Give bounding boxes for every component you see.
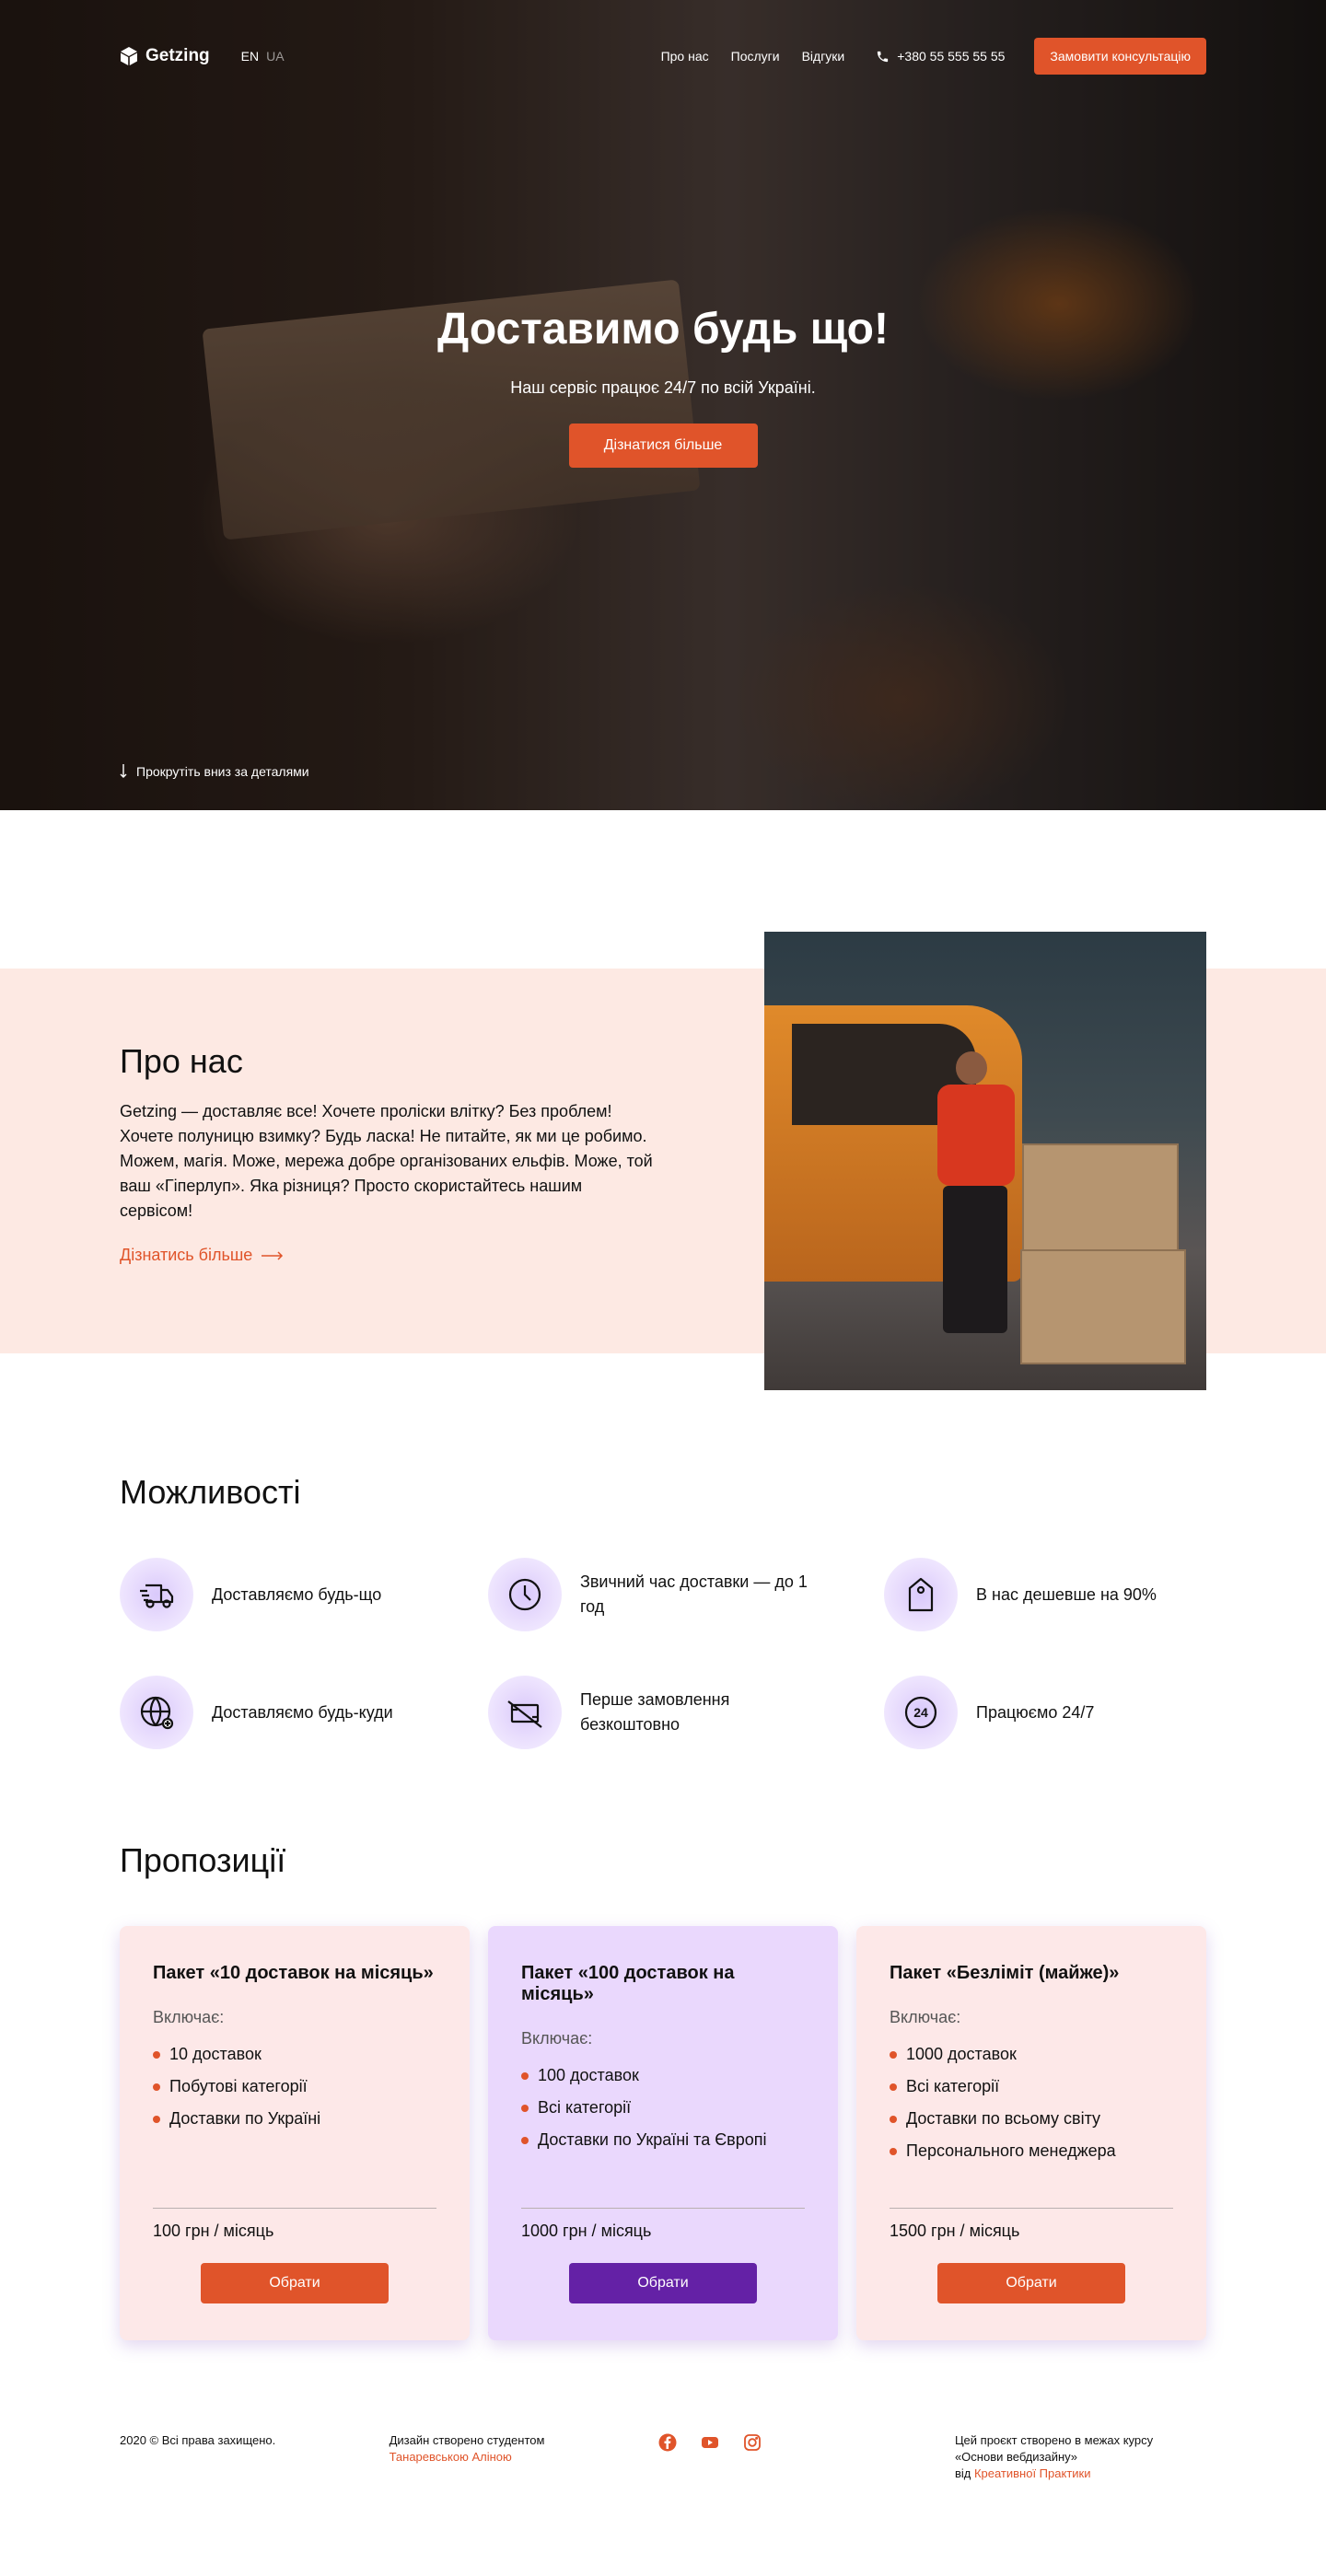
about-link-label: Дізнатись більше — [120, 1246, 253, 1264]
phone-icon — [878, 51, 889, 62]
about-section: Про нас Getzing — доставляє все! Хочете … — [0, 810, 1326, 1445]
youtube-link[interactable] — [701, 2433, 719, 2576]
instagram-link[interactable] — [743, 2433, 762, 2576]
courier-photo — [764, 932, 1206, 1390]
design-credit: Дизайн створено студентом Танаревською А… — [389, 2433, 545, 2464]
offer-card: Пакет «Безліміт (майже)» Включає: 1000 д… — [856, 1926, 1206, 2340]
choose-button[interactable]: Обрати — [201, 2263, 389, 2303]
price-tag-icon — [908, 1577, 934, 1612]
youtube-icon — [702, 2437, 719, 2448]
facebook-link[interactable] — [658, 2433, 677, 2576]
offer-feature: Доставки по всьому світу — [890, 2103, 1173, 2135]
feature-item: Доставляємо будь-що — [120, 1558, 488, 1631]
nav-link-about[interactable]: Про нас — [661, 49, 709, 64]
24h-icon: 24 — [904, 1696, 937, 1729]
footer: 2020 © Всі права захищено. Дизайн створе… — [0, 2432, 1326, 2576]
about-title: Про нас — [120, 1042, 243, 1080]
feature-item: Звичний час доставки — до 1 год — [488, 1558, 884, 1631]
choose-button[interactable]: Обрати — [937, 2263, 1125, 2303]
feature-item: В нас дешевше на 90% — [884, 1558, 1206, 1631]
offer-feature: 100 доставок — [521, 2060, 805, 2092]
features-section: Можливості Доставляємо будь-що Звичний ч… — [0, 1445, 1326, 1749]
language-switcher: EN UA — [241, 49, 285, 64]
lang-ua[interactable]: UA — [266, 49, 284, 64]
offer-feature: Всі категорії — [521, 2092, 805, 2124]
offer-price: 100 грн / місяць — [153, 2222, 274, 2240]
scroll-hint-text: Прокрутіть вниз за деталями — [136, 764, 309, 779]
feature-item: Перше замовлення безкоштовно — [488, 1676, 884, 1749]
hero-subtitle: Наш сервіс працює 24/7 по всій Україні. — [510, 378, 816, 397]
nav-link-services[interactable]: Послуги — [731, 49, 780, 64]
logo[interactable]: Getzing — [120, 46, 210, 66]
features-title: Можливості — [120, 1473, 301, 1511]
facebook-icon — [658, 2433, 677, 2452]
offer-price: 1000 грн / місяць — [521, 2222, 652, 2240]
offer-title: Пакет «10 доставок на місяць» — [153, 1963, 434, 1983]
social-links — [658, 2432, 955, 2576]
logo-text: Getzing — [145, 46, 210, 65]
offer-cards: Пакет «10 доставок на місяць» Включає: 1… — [120, 1926, 1206, 2340]
offer-feature: Персонального менеджера — [890, 2135, 1173, 2167]
features-grid: Доставляємо будь-що Звичний час доставки… — [120, 1558, 1206, 1749]
copyright: 2020 © Всі права захищено. — [120, 2433, 276, 2447]
phone-number: +380 55 555 55 55 — [897, 49, 1006, 64]
offer-feature: Всі категорії — [890, 2071, 1173, 2103]
offers-title: Пропозиції — [120, 1841, 286, 1879]
creative-practice-link[interactable]: Креативної Практики — [974, 2466, 1091, 2480]
designer-link[interactable]: Танаревською Аліною — [390, 2450, 512, 2464]
about-learn-more-link[interactable]: Дізнатись більше — [120, 1246, 284, 1265]
instagram-icon — [744, 2434, 762, 2451]
offer-card: Пакет «100 доставок на місяць» Включає: … — [488, 1926, 838, 2340]
arrow-down-icon — [120, 764, 127, 778]
about-text: Getzing — доставляє все! Хочете проліски… — [120, 1102, 653, 1220]
arrow-right-icon — [262, 1250, 284, 1260]
offer-price: 1500 грн / місяць — [890, 2222, 1020, 2240]
feature-text: Перше замовлення безкоштовно — [580, 1690, 730, 1734]
offers-section: Пропозиції Пакет «10 доставок на місяць»… — [0, 1749, 1326, 2340]
nav-links: Про нас Послуги Відгуки — [661, 49, 845, 64]
globe-icon — [140, 1696, 174, 1730]
offer-includes-label: Включає: — [153, 2008, 225, 2026]
feature-text: Працюємо 24/7 — [976, 1702, 1095, 1722]
hero-section: Getzing EN UA Про нас Послуги Відгуки +3… — [0, 0, 1326, 810]
offer-card: Пакет «10 доставок на місяць» Включає: 1… — [120, 1926, 470, 2340]
offer-feature: 1000 доставок — [890, 2038, 1173, 2071]
nav-link-reviews[interactable]: Відгуки — [802, 49, 845, 64]
learn-more-button[interactable]: Дізнатися більше — [568, 424, 758, 468]
feature-item: 24 Працюємо 24/7 — [884, 1676, 1206, 1749]
hero-title: Доставимо будь що! — [437, 305, 889, 354]
cube-logo-icon — [121, 47, 137, 65]
clock-icon — [508, 1578, 541, 1611]
offer-feature: Побутові категорії — [153, 2071, 436, 2103]
svg-text:24: 24 — [913, 1705, 928, 1720]
offer-feature: Доставки по Україні — [153, 2103, 436, 2135]
feature-text: Звичний час доставки — до 1 год — [580, 1572, 808, 1616]
offer-title: Пакет «100 доставок на місяць» — [521, 1963, 735, 2004]
offer-includes-label: Включає: — [890, 2008, 961, 2026]
offer-title: Пакет «Безліміт (майже)» — [890, 1963, 1120, 1983]
feature-text: В нас дешевше на 90% — [976, 1584, 1157, 1604]
consultation-button[interactable]: Замовити консультацію — [1034, 38, 1206, 75]
feature-text: Доставляємо будь-що — [212, 1584, 382, 1604]
feature-text: Доставляємо будь-куди — [212, 1702, 393, 1722]
top-navigation: Getzing EN UA Про нас Послуги Відгуки +3… — [120, 37, 1206, 75]
offer-feature: Доставки по Україні та Європі — [521, 2124, 805, 2156]
offer-includes-label: Включає: — [521, 2029, 593, 2048]
offer-feature: 10 доставок — [153, 2038, 436, 2071]
lang-en[interactable]: EN — [241, 49, 259, 64]
choose-button[interactable]: Обрати — [569, 2263, 757, 2303]
phone-link[interactable]: +380 55 555 55 55 — [876, 49, 1005, 64]
truck-icon — [140, 1584, 174, 1608]
feature-item: Доставляємо будь-куди — [120, 1676, 488, 1749]
project-credit: Цей проєкт створено в межах курсу «Основ… — [954, 2433, 1154, 2480]
scroll-hint[interactable]: Прокрутіть вниз за деталями — [120, 764, 309, 779]
free-money-icon — [507, 1700, 542, 1728]
